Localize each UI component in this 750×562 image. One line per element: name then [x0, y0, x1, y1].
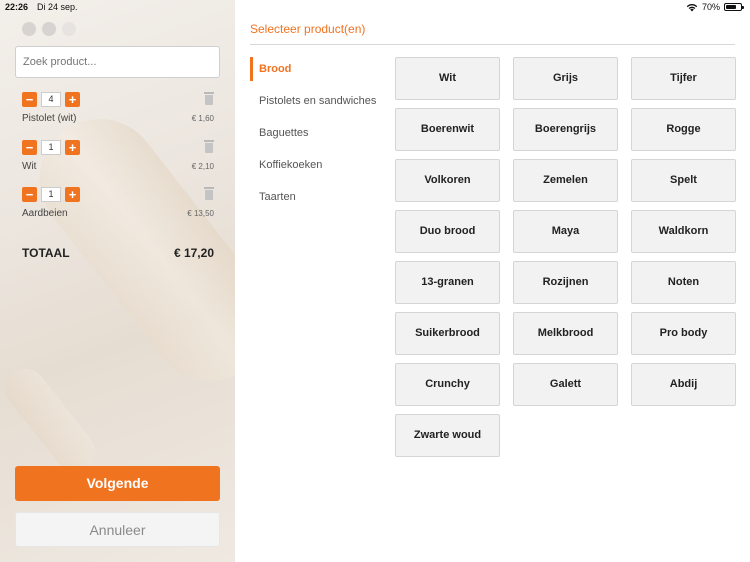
- increase-button[interactable]: +: [65, 92, 80, 107]
- cart-item: − 1 + Aardbeien € 13,50: [22, 187, 214, 227]
- product-button[interactable]: Zwarte woud: [395, 414, 500, 457]
- product-button[interactable]: Abdij: [631, 363, 736, 406]
- cart-total: TOTAAL € 17,20: [22, 246, 214, 260]
- total-label: TOTAAL: [22, 246, 70, 260]
- product-button[interactable]: Noten: [631, 261, 736, 304]
- product-button[interactable]: Melkbrood: [513, 312, 618, 355]
- trash-icon[interactable]: [204, 92, 214, 105]
- search-input[interactable]: [15, 46, 220, 78]
- cart-item-name: Pistolet (wit): [22, 113, 77, 124]
- increase-button[interactable]: +: [65, 140, 80, 155]
- product-button[interactable]: 13-granen: [395, 261, 500, 304]
- cart-item-price: € 13,50: [187, 209, 214, 218]
- dot-icon: [62, 22, 76, 36]
- product-button[interactable]: Spelt: [631, 159, 736, 202]
- product-button[interactable]: Rogge: [631, 108, 736, 151]
- cart-item-name: Aardbeien: [22, 208, 68, 219]
- product-button[interactable]: Pro body: [631, 312, 736, 355]
- quantity-stepper: − 1 +: [22, 140, 80, 155]
- product-button[interactable]: Duo brood: [395, 210, 500, 253]
- trash-icon[interactable]: [204, 187, 214, 200]
- battery-icon: [724, 3, 744, 11]
- category-taarten[interactable]: Taarten: [250, 185, 390, 217]
- product-button[interactable]: Suikerbrood: [395, 312, 500, 355]
- quantity-field[interactable]: 1: [41, 187, 61, 202]
- product-button[interactable]: Rozijnen: [513, 261, 618, 304]
- quantity-field[interactable]: 1: [41, 140, 61, 155]
- product-button[interactable]: Boerenwit: [395, 108, 500, 151]
- cart-panel: − 4 + Pistolet (wit) € 1,60 − 1 + Wit € …: [0, 0, 235, 562]
- page-title: Selecteer product(en): [250, 22, 366, 36]
- product-button[interactable]: Grijs: [513, 57, 618, 100]
- category-pistolets[interactable]: Pistolets en sandwiches: [250, 89, 390, 121]
- window-dots: [22, 22, 76, 36]
- quantity-stepper: − 1 +: [22, 187, 80, 202]
- category-brood[interactable]: Brood: [250, 57, 390, 89]
- next-button[interactable]: Volgende: [15, 466, 220, 501]
- cart-item-price: € 1,60: [191, 114, 214, 123]
- product-button[interactable]: Tijfer: [631, 57, 736, 100]
- category-list: Brood Pistolets en sandwiches Baguettes …: [250, 57, 390, 217]
- battery-percent: 70%: [701, 2, 720, 12]
- trash-icon[interactable]: [204, 140, 214, 153]
- status-bar: 22:26 Di 24 sep. 70%: [0, 0, 750, 14]
- divider: [250, 44, 735, 45]
- cart-item: − 4 + Pistolet (wit) € 1,60: [22, 92, 214, 132]
- wifi-icon: [686, 3, 698, 11]
- product-button[interactable]: Volkoren: [395, 159, 500, 202]
- decrease-button[interactable]: −: [22, 140, 37, 155]
- status-time: 22:26: [5, 2, 29, 12]
- category-baguettes[interactable]: Baguettes: [250, 121, 390, 153]
- product-button[interactable]: Waldkorn: [631, 210, 736, 253]
- quantity-field[interactable]: 4: [41, 92, 61, 107]
- increase-button[interactable]: +: [65, 187, 80, 202]
- decrease-button[interactable]: −: [22, 187, 37, 202]
- dot-icon: [22, 22, 36, 36]
- cancel-button[interactable]: Annuleer: [15, 512, 220, 547]
- dot-icon: [42, 22, 56, 36]
- product-button[interactable]: Wit: [395, 57, 500, 100]
- product-grid: Wit Grijs Tijfer Boerenwit Boerengrijs R…: [395, 57, 736, 457]
- category-koffiekoeken[interactable]: Koffiekoeken: [250, 153, 390, 185]
- product-button[interactable]: Crunchy: [395, 363, 500, 406]
- cart-item-price: € 2,10: [191, 162, 214, 171]
- product-button[interactable]: Boerengrijs: [513, 108, 618, 151]
- product-button[interactable]: Zemelen: [513, 159, 618, 202]
- cart-item-name: Wit: [22, 161, 37, 172]
- status-date: Di 24 sep.: [37, 2, 78, 12]
- cart-item: − 1 + Wit € 2,10: [22, 140, 214, 180]
- quantity-stepper: − 4 +: [22, 92, 80, 107]
- total-value: € 17,20: [173, 246, 214, 260]
- decrease-button[interactable]: −: [22, 92, 37, 107]
- background-rolling-pin-handle: [0, 360, 103, 480]
- product-button[interactable]: Galett: [513, 363, 618, 406]
- product-button[interactable]: Maya: [513, 210, 618, 253]
